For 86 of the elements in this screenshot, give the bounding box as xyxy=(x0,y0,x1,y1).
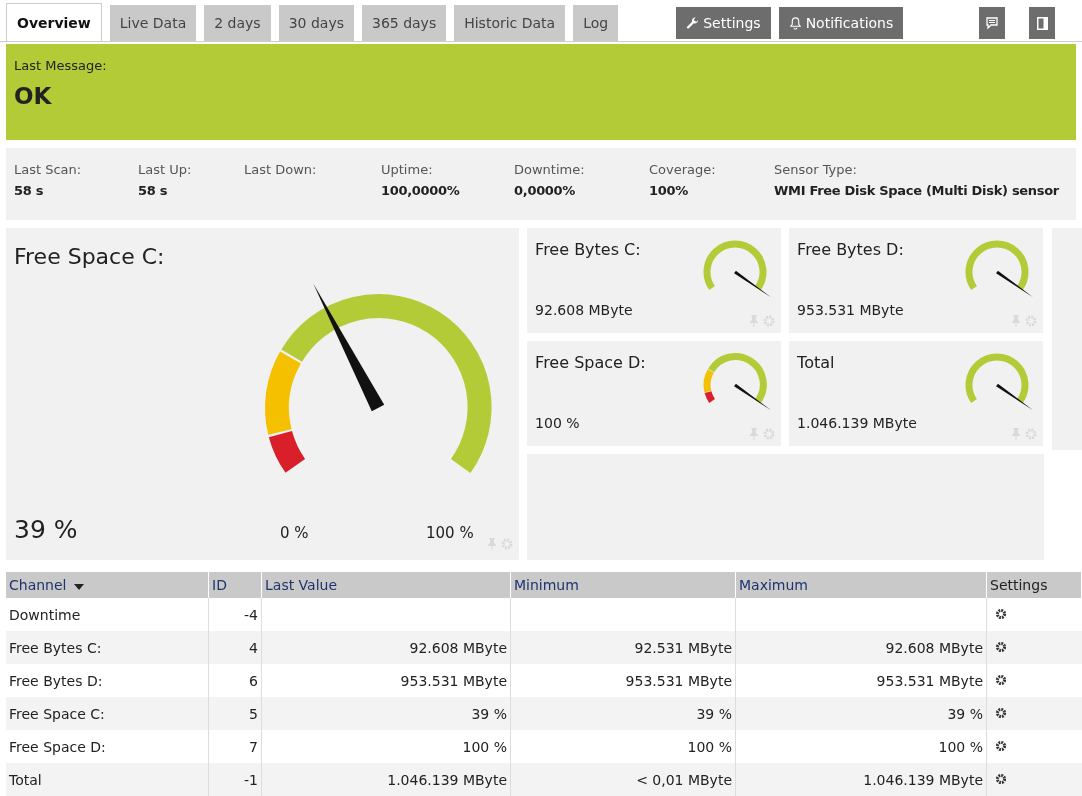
tab[interactable]: 2 days xyxy=(204,5,271,41)
table-cell: Free Bytes D: xyxy=(9,672,103,689)
table-cell: 5 xyxy=(249,705,258,722)
gauge-title: Free Space C: xyxy=(14,244,165,269)
gear-icon[interactable] xyxy=(995,607,1007,620)
settings-button[interactable]: Settings xyxy=(676,7,771,39)
table-cell: 100 % xyxy=(687,738,732,755)
gauge-needle xyxy=(996,270,1034,298)
stat-label: Coverage: xyxy=(649,162,717,177)
gauge-value: 92.608 MByte xyxy=(535,302,633,318)
table-cell: Free Space C: xyxy=(9,705,105,722)
tab[interactable]: 30 days xyxy=(278,5,354,41)
gauge-value: 1.046.139 MByte xyxy=(797,415,917,431)
stat-value: WMI Free Disk Space (Multi Disk) sensor xyxy=(774,183,1059,198)
panel-button[interactable] xyxy=(1029,7,1056,39)
column-header[interactable]: ID xyxy=(208,572,262,598)
table-cell: 953.531 MByte xyxy=(876,672,983,689)
table-cell: 4 xyxy=(249,639,258,656)
table-cell: 1.046.139 MByte xyxy=(387,771,507,788)
table-cell: 953.531 MByte xyxy=(400,672,507,689)
gear-icon[interactable] xyxy=(995,706,1007,719)
gauge-title: Free Space D: xyxy=(535,353,646,372)
column-header[interactable]: Channel xyxy=(6,572,209,598)
stat-label: Downtime: xyxy=(514,162,586,177)
table-cell: 92.608 MByte xyxy=(409,639,507,656)
stat-label: Last Down: xyxy=(244,162,318,177)
table-cell: -1 xyxy=(244,771,258,788)
gauge-title: Free Bytes D: xyxy=(797,240,904,259)
table-cell: 39 % xyxy=(471,705,507,722)
gauge-needle xyxy=(734,383,772,411)
gauge-max-label: 100 % xyxy=(426,524,474,542)
gear-icon[interactable] xyxy=(995,772,1007,785)
table-cell: 1.046.139 MByte xyxy=(863,771,983,788)
panel-icon xyxy=(1036,16,1048,30)
bell-icon xyxy=(788,16,802,30)
wrench-icon xyxy=(686,16,700,30)
table-cell: Free Space D: xyxy=(9,738,106,755)
tab[interactable]: 365 days xyxy=(361,5,447,41)
column-header[interactable]: Minimum xyxy=(510,572,736,598)
column-header[interactable]: Last Value xyxy=(261,572,511,598)
stat-value: 58 s xyxy=(14,183,45,198)
comment-button[interactable] xyxy=(979,7,1006,39)
tab[interactable]: Log xyxy=(573,5,619,41)
table-cell: 6 xyxy=(249,672,258,689)
stat-value: 100,0000% xyxy=(381,183,461,198)
table-cell: Downtime xyxy=(9,606,81,623)
gauge-title: Total xyxy=(797,353,835,372)
table-cell: 100 % xyxy=(462,738,507,755)
gear-icon[interactable] xyxy=(995,673,1007,686)
tab[interactable]: Live Data xyxy=(109,5,197,41)
stat-label: Uptime: xyxy=(381,162,434,177)
table-cell: 39 % xyxy=(947,705,983,722)
stat-label: Last Up: xyxy=(138,162,193,177)
table-cell: 92.531 MByte xyxy=(634,639,732,656)
table-cell: 39 % xyxy=(696,705,732,722)
table-cell: < 0,01 MByte xyxy=(636,771,732,788)
gauge-value: 100 % xyxy=(535,415,580,431)
table-cell: 100 % xyxy=(938,738,983,755)
table-cell: Total xyxy=(9,771,42,788)
table-cell: Free Bytes C: xyxy=(9,639,102,656)
gauge-needle xyxy=(996,383,1034,411)
gauge-title: Free Bytes C: xyxy=(535,240,641,259)
gauge-value: 39 % xyxy=(14,515,78,544)
gauge-min-label: 0 % xyxy=(280,524,309,542)
stat-value: 0,0000% xyxy=(514,183,577,198)
tab[interactable]: Overview xyxy=(6,3,102,41)
sort-caret-icon xyxy=(74,584,85,590)
table-cell: 7 xyxy=(249,738,258,755)
status-label: Last Message: xyxy=(14,58,108,73)
table-cell: -4 xyxy=(244,606,258,623)
notifications-button[interactable]: Notifications xyxy=(778,7,904,39)
comment-icon xyxy=(986,17,999,29)
column-header[interactable]: Settings xyxy=(986,572,1082,598)
gauge-needle xyxy=(734,270,772,298)
table-cell: 953.531 MByte xyxy=(625,672,732,689)
gear-icon[interactable] xyxy=(995,739,1007,752)
stat-value: 58 s xyxy=(138,183,169,198)
stat-label: Last Scan: xyxy=(14,162,83,177)
tab[interactable]: Historic Data xyxy=(454,5,566,41)
status-message: OK xyxy=(14,83,53,109)
column-header[interactable]: Maximum xyxy=(735,572,987,598)
stat-value: 100% xyxy=(649,183,689,198)
gear-icon[interactable] xyxy=(995,640,1007,653)
stat-label: Sensor Type: xyxy=(774,162,858,177)
table-cell: 92.608 MByte xyxy=(885,639,983,656)
gauge-value: 953.531 MByte xyxy=(797,302,904,318)
